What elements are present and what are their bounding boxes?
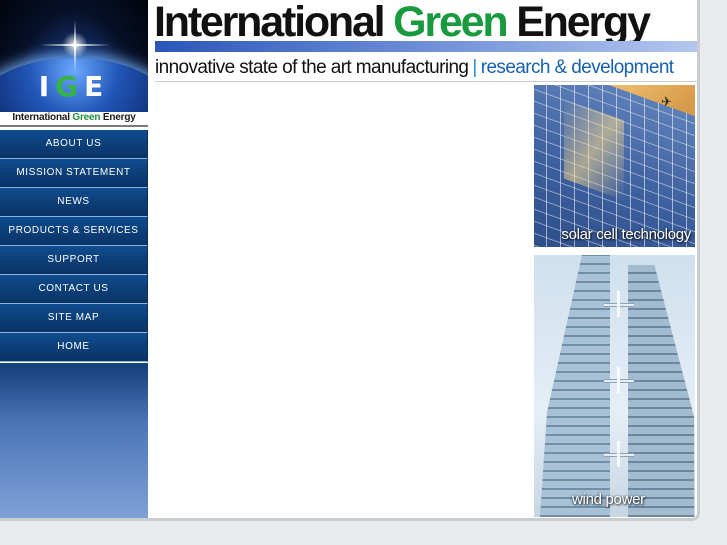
tagline-separator: |	[472, 57, 477, 78]
solar-cell-label: solar cell technology	[561, 226, 691, 243]
page-frame: IGE International Green Energy ABOUT US …	[0, 0, 700, 521]
main-content-area	[150, 84, 533, 518]
tagline-research: research & development	[480, 57, 674, 78]
nav-home[interactable]: HOME	[0, 333, 148, 362]
airplane-icon: ✈	[661, 94, 672, 109]
title-green: Green	[393, 0, 508, 46]
solar-panel-image	[534, 85, 695, 247]
logo-earth-image: IGE	[0, 0, 148, 112]
ige-logo[interactable]: IGE International Green Energy	[0, 0, 148, 128]
title-gradient-bar	[155, 41, 697, 52]
nav-contact-us[interactable]: CONTACT US	[0, 275, 148, 304]
logo-caption-international: International	[12, 112, 70, 123]
main-nav: ABOUT US MISSION STATEMENT NEWS PRODUCTS…	[0, 130, 148, 362]
solar-cell-photo[interactable]: ✈ solar cell technology	[534, 85, 695, 247]
nav-news[interactable]: NEWS	[0, 188, 148, 217]
logo-letter-i: I	[38, 70, 56, 103]
tagline: innovative state of the art manufacturin…	[155, 57, 674, 79]
wind-turbine-icon	[617, 441, 620, 467]
wind-turbine-icon	[617, 291, 620, 317]
title-energy: Energy	[516, 0, 651, 46]
logo-caption: International Green Energy	[0, 112, 148, 123]
tower-right-image	[628, 265, 694, 517]
wind-turbine-icon	[617, 367, 620, 393]
logo-caption-green: Green	[72, 112, 101, 123]
nav-support[interactable]: SUPPORT	[0, 246, 148, 275]
logo-letters: IGE	[0, 70, 148, 103]
wind-power-label: wind power	[572, 491, 645, 508]
logo-divider	[0, 125, 148, 127]
nav-site-map[interactable]: SITE MAP	[0, 304, 148, 333]
header-divider	[155, 81, 697, 82]
nav-mission-statement[interactable]: MISSION STATEMENT	[0, 159, 148, 188]
tower-left-image	[540, 255, 610, 517]
logo-letter-g: G	[55, 70, 85, 103]
nav-gradient-panel	[0, 363, 148, 518]
tagline-manufacturing: innovative state of the art manufacturin…	[155, 57, 469, 78]
title-international: International	[154, 0, 386, 46]
logo-letter-e: E	[84, 70, 110, 103]
wind-power-photo[interactable]: wind power	[534, 255, 695, 517]
logo-caption-energy: Energy	[102, 112, 136, 123]
site-title: International Green Energy	[154, 0, 651, 47]
nav-products-services[interactable]: PRODUCTS & SERVICES	[0, 217, 148, 246]
nav-about-us[interactable]: ABOUT US	[0, 130, 148, 159]
